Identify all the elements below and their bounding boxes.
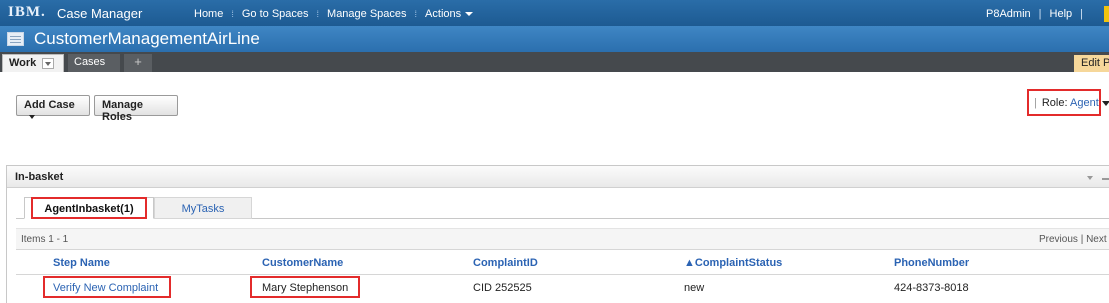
cell-complaint-id: CID 252525 bbox=[473, 282, 532, 294]
tab-work[interactable]: Work bbox=[2, 54, 64, 72]
tab-cases[interactable]: Cases bbox=[68, 54, 120, 72]
chevron-down-icon bbox=[465, 12, 474, 17]
ibm-logo: IBM. bbox=[8, 4, 46, 20]
column-header-complaint-id[interactable]: ComplaintID bbox=[473, 257, 538, 269]
column-header-phone-number[interactable]: PhoneNumber bbox=[894, 257, 969, 269]
nav-actions-label: Actions bbox=[425, 8, 462, 20]
solution-bar: CustomerManagementAirLine bbox=[0, 26, 1109, 52]
help-link[interactable]: Help bbox=[1050, 8, 1073, 20]
nav-go-to-spaces[interactable]: Go to Spaces bbox=[234, 8, 317, 20]
manage-roles-button[interactable]: Manage Roles bbox=[94, 95, 178, 123]
top-navigation: Home ⁞ Go to Spaces ⁞ Manage Spaces ⁞ Ac… bbox=[186, 8, 481, 20]
column-header-step-name[interactable]: Step Name bbox=[53, 257, 110, 269]
user-area: P8Admin | Help | bbox=[986, 8, 1083, 20]
cell-complaint-status: new bbox=[684, 282, 705, 294]
pager-next[interactable]: Next bbox=[1086, 234, 1107, 245]
pager-separator: | bbox=[1080, 234, 1084, 245]
minimize-icon[interactable] bbox=[1102, 173, 1109, 180]
user-menu[interactable]: P8Admin bbox=[986, 8, 1031, 20]
panel-title: In-basket bbox=[7, 166, 1109, 188]
pager-previous[interactable]: Previous bbox=[1039, 234, 1078, 245]
nav-home[interactable]: Home bbox=[186, 8, 231, 20]
cell-phone-number: 424-8373-8018 bbox=[894, 282, 969, 294]
panel-menu-icon[interactable] bbox=[1087, 176, 1093, 180]
pager: Previous | Next bbox=[1039, 234, 1107, 245]
page-tab-bar: Work Cases + bbox=[0, 52, 1109, 72]
panel-tools bbox=[1081, 171, 1109, 181]
tab-work-label: Work bbox=[9, 57, 37, 69]
items-count: Items 1 - 1 bbox=[21, 234, 69, 245]
add-case-label: Add Case bbox=[24, 99, 75, 111]
nav-manage-spaces[interactable]: Manage Spaces bbox=[319, 8, 415, 20]
product-name: Case Manager bbox=[57, 6, 143, 21]
tab-my-tasks[interactable]: MyTasks bbox=[154, 197, 252, 219]
highlight-box-customer-name bbox=[250, 276, 360, 298]
edit-page-button[interactable]: Edit Page bbox=[1074, 55, 1109, 72]
tab-menu-icon[interactable] bbox=[42, 58, 54, 69]
add-tab-icon[interactable]: + bbox=[124, 54, 152, 72]
user-separator: | bbox=[1080, 8, 1083, 20]
column-header-complaint-status[interactable]: ▲ComplaintStatus bbox=[684, 257, 782, 269]
user-separator: | bbox=[1038, 8, 1042, 20]
solution-icon bbox=[7, 32, 24, 46]
highlight-box-agent-inbasket bbox=[31, 197, 147, 219]
column-header-customer-name[interactable]: CustomerName bbox=[262, 257, 343, 269]
masthead: IBM. Case Manager Home ⁞ Go to Spaces ⁞ … bbox=[0, 0, 1109, 26]
add-case-button[interactable]: Add Case bbox=[16, 95, 90, 120]
highlight-box-role bbox=[1027, 89, 1101, 116]
chevron-down-icon bbox=[29, 115, 35, 120]
notification-marker bbox=[1104, 6, 1109, 22]
solution-title: CustomerManagementAirLine bbox=[34, 29, 260, 48]
chevron-down-icon[interactable] bbox=[1102, 101, 1109, 106]
highlight-box-step-name bbox=[43, 276, 171, 298]
nav-actions[interactable]: Actions bbox=[417, 8, 481, 20]
header-divider bbox=[16, 274, 1109, 275]
items-bar: Items 1 - 1 Previous | Next bbox=[16, 228, 1109, 250]
